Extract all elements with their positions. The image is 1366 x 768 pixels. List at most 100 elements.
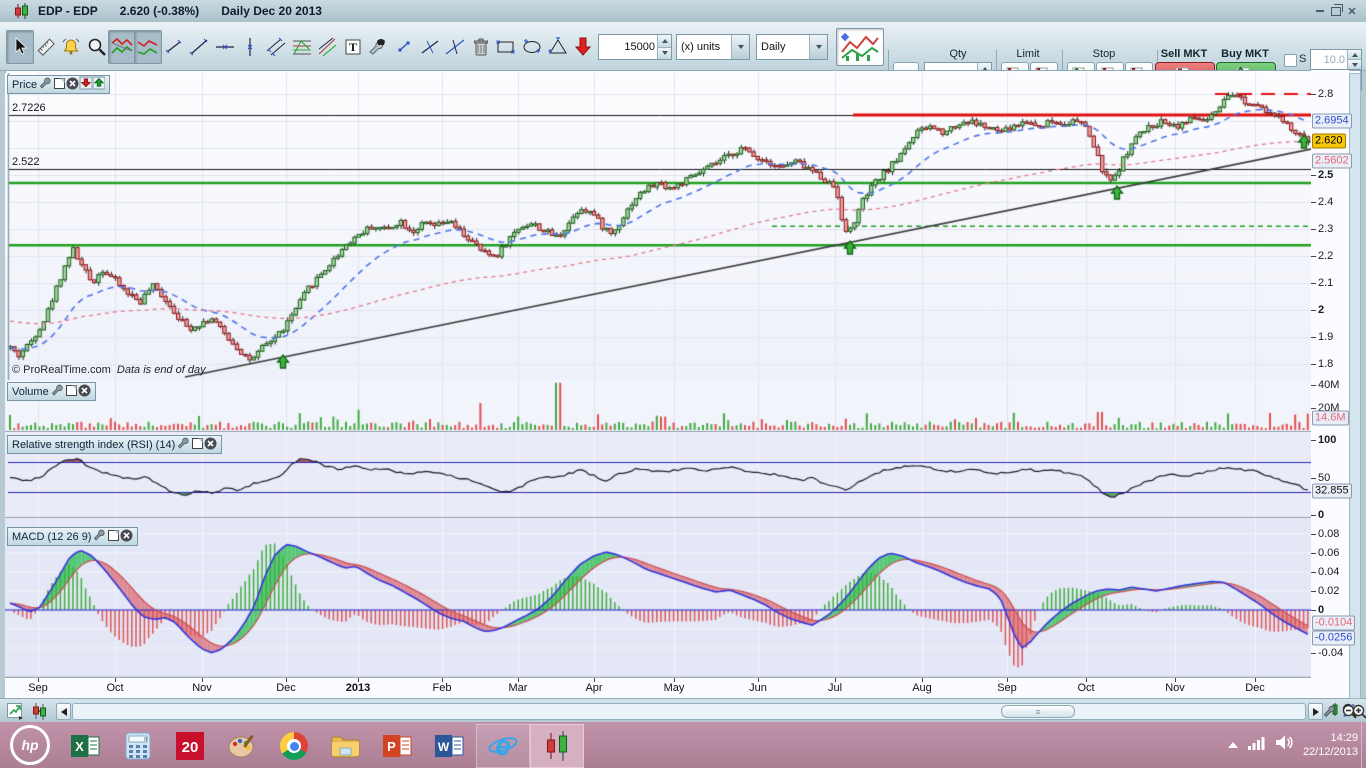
- wrench-icon[interactable]: [40, 77, 53, 90]
- alert-tool[interactable]: [57, 30, 85, 64]
- price-level-label-upper: 2.7226: [12, 102, 46, 114]
- sell-arrow-tool[interactable]: [569, 30, 597, 64]
- window-icon[interactable]: [65, 384, 78, 397]
- rsi-panel-title: Relative strength index (RSI) (14): [12, 439, 175, 451]
- candle-style-icon[interactable]: [30, 702, 48, 720]
- hidden-icons-caret[interactable]: [1228, 736, 1238, 754]
- time-axis-label: May: [664, 682, 685, 694]
- buy-mkt-label: Buy MKT: [1216, 48, 1274, 60]
- wrench-icon[interactable]: [178, 437, 191, 450]
- sell-order-icon[interactable]: [79, 76, 92, 89]
- taskbar-app-excel[interactable]: X: [60, 725, 112, 767]
- fibonacci-tool[interactable]: [288, 30, 316, 64]
- value-badge: 14.6M: [1312, 411, 1349, 426]
- timeframe-dropdown[interactable]: Daily: [756, 34, 828, 60]
- units-spinner[interactable]: [657, 35, 671, 59]
- chevron-down-icon[interactable]: [809, 35, 827, 59]
- ellipse-tool[interactable]: [518, 30, 546, 64]
- price-chart-canvas[interactable]: [5, 73, 1311, 380]
- rectangle-tool[interactable]: [492, 30, 520, 64]
- close-button[interactable]: ✕: [1344, 4, 1360, 18]
- qty-label: Qty: [930, 48, 986, 60]
- zoom-in-icon[interactable]: [1350, 702, 1366, 720]
- volume-panel-title: Volume: [12, 386, 49, 398]
- window-icon[interactable]: [53, 77, 66, 90]
- export-chart-icon[interactable]: [6, 702, 24, 720]
- units-input[interactable]: 15000: [598, 34, 672, 60]
- volume-chart-canvas[interactable]: [5, 380, 1311, 432]
- units-value[interactable]: 15000: [599, 41, 657, 53]
- price-panel-header: Price: [7, 75, 110, 94]
- macd-axis-label: 0.04: [1318, 566, 1339, 578]
- macd-axis-label: 0.06: [1318, 547, 1339, 559]
- vertical-line-tool[interactable]: [236, 30, 264, 64]
- chevron-down-icon[interactable]: [731, 35, 749, 59]
- macd-chart-canvas[interactable]: [5, 518, 1311, 678]
- taskbar-app-powerpoint[interactable]: P: [372, 725, 424, 767]
- trendline-tool[interactable]: [185, 30, 213, 64]
- taskbar-app-paint[interactable]: [216, 725, 268, 767]
- scroll-left-button[interactable]: [56, 703, 71, 720]
- pitchfork-tool[interactable]: [313, 30, 341, 64]
- chart-settings-icon[interactable]: [1323, 702, 1341, 720]
- triangle-tool[interactable]: [544, 30, 572, 64]
- taskbar-app-prorealtime[interactable]: [530, 724, 584, 768]
- horizontal-scrollbar-thumb[interactable]: ≡: [1001, 705, 1075, 718]
- restore-button[interactable]: [1328, 4, 1344, 18]
- value-axis-column[interactable]: 2.82.52.42.32.22.121.91.840M20M1005000.0…: [1311, 70, 1349, 698]
- units-mode-dropdown[interactable]: (x) units: [676, 34, 750, 60]
- taskbar-app-internet-explorer[interactable]: e: [476, 724, 530, 768]
- segment-tool[interactable]: [160, 30, 188, 64]
- svg-text:e: e: [495, 731, 511, 761]
- svg-text:W: W: [438, 740, 450, 754]
- value-badge: -0.0256: [1312, 631, 1355, 646]
- value-badge: 2.5602: [1312, 154, 1352, 169]
- start-button[interactable]: hp: [0, 722, 60, 768]
- horizontal-scrollbar-track[interactable]: ≡: [72, 703, 1306, 720]
- zigzag-tool[interactable]: [134, 30, 162, 64]
- close-icon[interactable]: [66, 77, 79, 90]
- text-tool[interactable]: T: [339, 30, 367, 64]
- time-axis[interactable]: SepOctNovDec2013FebMarAprMayJunJulAugSep…: [5, 678, 1349, 698]
- taskbar-app-chrome[interactable]: [268, 725, 320, 767]
- minimize-button[interactable]: [1312, 4, 1328, 18]
- taskbar-app-calculator[interactable]: 0: [112, 725, 164, 767]
- stop-loss-checkbox[interactable]: [1284, 54, 1297, 67]
- close-icon[interactable]: [120, 529, 133, 542]
- macd-axis-label: 0.08: [1318, 528, 1339, 540]
- volume-panel-header: Volume: [7, 382, 96, 401]
- wrench-icon[interactable]: [94, 529, 107, 542]
- parallel-lines-tool[interactable]: [262, 30, 290, 64]
- window-icon[interactable]: [191, 437, 204, 450]
- ruler-tool[interactable]: [32, 30, 60, 64]
- short-segment-tool[interactable]: [390, 30, 418, 64]
- wrench-icon[interactable]: [52, 384, 65, 397]
- show-desktop-button[interactable]: [1361, 722, 1366, 768]
- taskbar-app-file-explorer[interactable]: [320, 725, 372, 767]
- drawing-settings-tool[interactable]: [364, 30, 392, 64]
- speaker-icon[interactable]: [1275, 735, 1293, 755]
- close-icon[interactable]: [204, 437, 217, 450]
- extended-line-tool[interactable]: [441, 30, 469, 64]
- delete-tool[interactable]: [467, 30, 495, 64]
- window-icon[interactable]: [107, 529, 120, 542]
- taskbar-app-word[interactable]: W: [424, 725, 476, 767]
- value-badge: 32.855: [1312, 484, 1352, 499]
- time-axis-label: Nov: [1165, 682, 1185, 694]
- price-axis-label: 1.8: [1318, 358, 1333, 370]
- buy-order-icon[interactable]: [92, 76, 105, 89]
- chart-style-button[interactable]: [836, 28, 884, 66]
- pointer-tool[interactable]: [6, 30, 34, 64]
- price-axis-label: 2.1: [1318, 277, 1333, 289]
- crossed-line-tool[interactable]: [416, 30, 444, 64]
- pattern-tool[interactable]: [108, 30, 136, 64]
- clock[interactable]: 14:29 22/12/2013: [1303, 731, 1358, 759]
- close-icon[interactable]: [78, 384, 91, 397]
- system-tray: 14:29 22/12/2013: [1228, 722, 1358, 768]
- magnifier-tool[interactable]: [83, 30, 111, 64]
- taskbar-app-app-20[interactable]: 20: [164, 725, 216, 767]
- scroll-right-button[interactable]: [1308, 703, 1323, 720]
- stop-loss-input[interactable]: 10.0: [1310, 49, 1362, 70]
- network-signal-icon[interactable]: [1248, 736, 1265, 755]
- horizontal-line-tool[interactable]: [211, 30, 239, 64]
